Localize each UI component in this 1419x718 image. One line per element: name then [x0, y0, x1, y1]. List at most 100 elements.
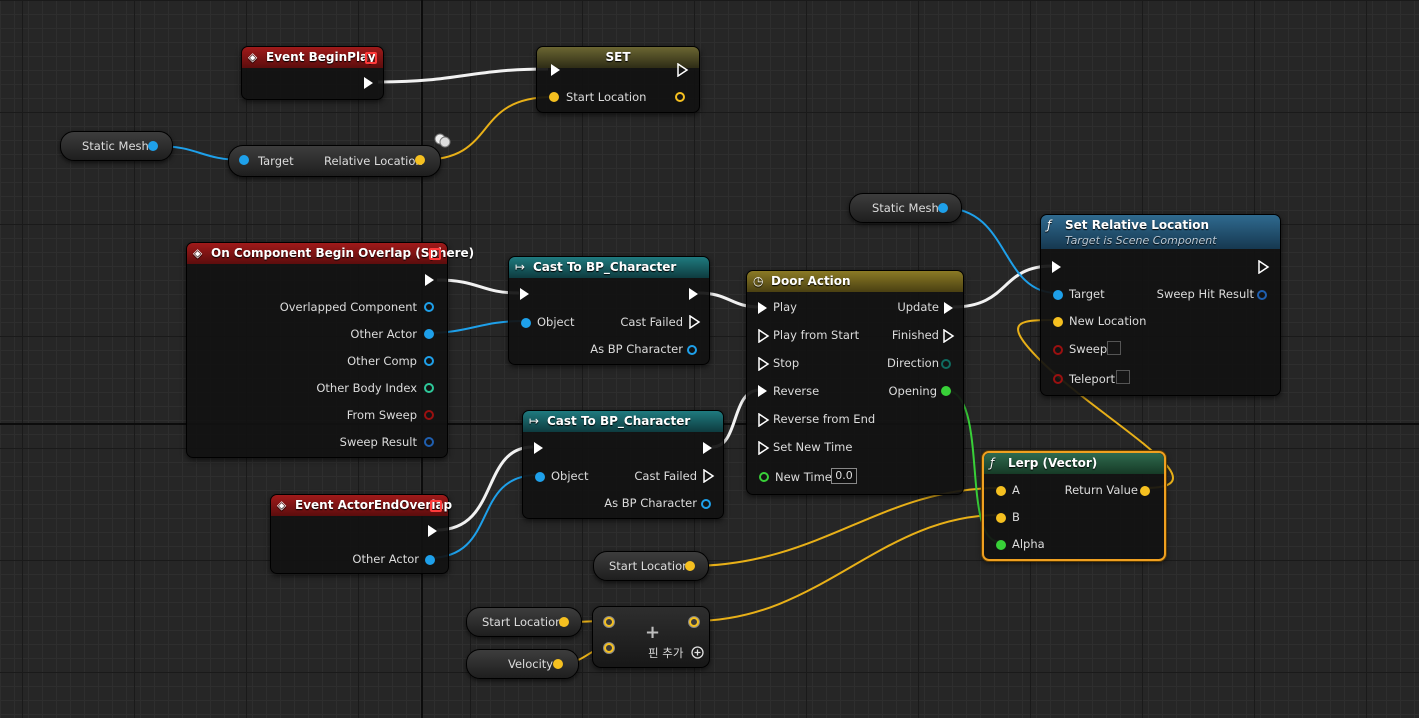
- enum-out-pin-direction[interactable]: [941, 359, 951, 369]
- start-location-getter-1[interactable]: Start Location: [593, 551, 709, 581]
- exec-out-pin[interactable]: [703, 469, 715, 483]
- object-in-pin[interactable]: [1053, 290, 1063, 300]
- event-stop-icon: [430, 500, 442, 512]
- exec-out-pin[interactable]: [703, 442, 712, 454]
- vector-out-pin[interactable]: [415, 155, 425, 165]
- struct-out-pin[interactable]: [1257, 290, 1267, 300]
- cast-to-bp-character-node-1[interactable]: ↦ Cast To BP_Character Object Cast Faile…: [508, 256, 710, 365]
- exec-out-pin[interactable]: [677, 63, 689, 77]
- object-in-pin[interactable]: [239, 155, 249, 165]
- sweep-checkbox[interactable]: [1107, 341, 1121, 355]
- exec-in-pin[interactable]: [520, 288, 529, 300]
- teleport-checkbox[interactable]: [1116, 370, 1130, 384]
- vector-in-pin[interactable]: [549, 92, 559, 102]
- exec-out-pin[interactable]: [425, 274, 434, 286]
- static-mesh-getter-2[interactable]: Static Mesh: [849, 193, 962, 223]
- struct-out-pin[interactable]: [424, 437, 434, 447]
- vector-in-pin-a[interactable]: [604, 617, 614, 627]
- vector-in-pin-b[interactable]: [604, 643, 614, 653]
- static-mesh-label: Static Mesh: [82, 139, 149, 153]
- function-f-icon: ƒ: [1047, 218, 1052, 232]
- object-in-pin[interactable]: [535, 472, 545, 482]
- exec-in-pin[interactable]: [551, 64, 560, 76]
- get-relative-location-node[interactable]: Target Relative Location: [228, 145, 441, 177]
- cast-arrow-icon: ↦: [529, 414, 540, 428]
- begin-overlap-header: ◈ On Component Begin Overlap (Sphere): [187, 243, 474, 264]
- float-out-pin-opening[interactable]: [941, 386, 951, 396]
- event-diamond-icon: ◈: [193, 246, 203, 260]
- exec-out-pin[interactable]: [1258, 260, 1270, 274]
- object-out-pin[interactable]: [148, 141, 158, 151]
- static-mesh-getter[interactable]: Static Mesh: [60, 131, 173, 161]
- bool-out-pin[interactable]: [424, 410, 434, 420]
- int-out-pin[interactable]: [424, 383, 434, 393]
- exec-out-pin-update[interactable]: [944, 302, 953, 314]
- vector-in-pin-b[interactable]: [996, 513, 1006, 523]
- vector-out-pin[interactable]: [559, 617, 569, 627]
- exec-in-pin[interactable]: [534, 442, 543, 454]
- wire-vec-relloc-startloc: [420, 96, 554, 161]
- set-rel-loc-header: ƒ Set Relative Location Target is Scene …: [1041, 215, 1280, 249]
- exec-in-pin-reverse-from-end[interactable]: [758, 413, 770, 427]
- vector-out-pin[interactable]: [685, 561, 695, 571]
- lerp-vector-node[interactable]: ƒ Lerp (Vector) A Return Value B Alpha: [982, 451, 1166, 561]
- exec-out-pin[interactable]: [364, 77, 373, 89]
- exec-in-pin-play[interactable]: [758, 302, 767, 314]
- vector-out-pin[interactable]: [675, 92, 685, 102]
- set-node[interactable]: SET Start Location: [536, 46, 700, 113]
- object-out-pin[interactable]: [425, 555, 435, 565]
- pin-object: Object: [537, 315, 575, 329]
- cast-to-bp-character-node-2[interactable]: ↦ Cast To BP_Character Object Cast Faile…: [522, 410, 724, 519]
- exec-in-pin-play-from-start[interactable]: [758, 329, 770, 343]
- object-out-pin[interactable]: [424, 329, 434, 339]
- vector-in-pin[interactable]: [1053, 317, 1063, 327]
- pin-overlapped-component: Overlapped Component: [279, 300, 417, 314]
- on-component-begin-overlap-node[interactable]: ◈ On Component Begin Overlap (Sphere) Ov…: [186, 242, 474, 458]
- pin-teleport: Teleport: [1069, 372, 1115, 386]
- pin-cast-failed: Cast Failed: [634, 469, 697, 483]
- door-action-timeline-node[interactable]: ◷ Door Action Play Update Play from Star…: [746, 270, 964, 495]
- exec-out-pin[interactable]: [689, 315, 701, 329]
- pin-alpha: Alpha: [1012, 537, 1045, 551]
- object-out-pin[interactable]: [424, 302, 434, 312]
- pin-as-bp-character: As BP Character: [604, 496, 697, 510]
- wire-exec-endoverlap-cast2: [436, 445, 534, 532]
- pin-stop: Stop: [773, 356, 800, 370]
- cast2-title: Cast To BP_Character: [547, 414, 691, 428]
- vector-out-pin[interactable]: [689, 617, 699, 627]
- object-out-pin[interactable]: [701, 499, 711, 509]
- bool-in-pin-teleport[interactable]: [1053, 374, 1063, 384]
- velocity-getter[interactable]: Velocity: [466, 649, 579, 679]
- add-vector-node[interactable]: + 핀 추가: [592, 606, 710, 668]
- object-out-pin[interactable]: [687, 345, 697, 355]
- start-location-getter-2[interactable]: Start Location: [466, 607, 582, 637]
- wire-vec-startloc-a: [689, 487, 1000, 567]
- exec-in-pin-reverse[interactable]: [758, 385, 767, 397]
- object-out-pin[interactable]: [424, 356, 434, 366]
- float-in-pin-alpha[interactable]: [996, 540, 1006, 550]
- event-actor-end-overlap-node[interactable]: ◈ Event ActorEndOverlap Other Actor: [270, 494, 453, 574]
- exec-out-pin-finished[interactable]: [943, 329, 955, 343]
- exec-in-pin-stop[interactable]: [758, 357, 770, 371]
- vector-in-pin-a[interactable]: [996, 486, 1006, 496]
- exec-out-pin[interactable]: [689, 288, 698, 300]
- exec-in-pin[interactable]: [1052, 261, 1061, 273]
- end-overlap-title: Event ActorEndOverlap: [295, 498, 453, 512]
- object-in-pin[interactable]: [521, 318, 531, 328]
- event-beginplay-node[interactable]: ◈ Event BeginPlay: [241, 46, 384, 100]
- event-beginplay-header: ◈ Event BeginPlay: [242, 47, 383, 68]
- vector-out-pin[interactable]: [553, 659, 563, 669]
- new-time-input[interactable]: 0.0: [831, 468, 857, 484]
- object-out-pin[interactable]: [938, 203, 948, 213]
- vector-out-pin-return[interactable]: [1140, 486, 1150, 496]
- exec-in-pin-set-new-time[interactable]: [758, 441, 770, 455]
- exec-out-pin[interactable]: [428, 525, 437, 537]
- set-relative-location-node[interactable]: ƒ Set Relative Location Target is Scene …: [1040, 214, 1281, 396]
- plus-circle-icon[interactable]: [691, 646, 704, 659]
- float-in-pin-new-time[interactable]: [759, 472, 769, 482]
- pin-cast-failed: Cast Failed: [620, 315, 683, 329]
- bool-in-pin-sweep[interactable]: [1053, 345, 1063, 355]
- wire-exec-update-setrel: [952, 264, 1053, 309]
- add-pin-label[interactable]: 핀 추가: [648, 646, 683, 660]
- door-action-header: ◷ Door Action: [747, 271, 963, 292]
